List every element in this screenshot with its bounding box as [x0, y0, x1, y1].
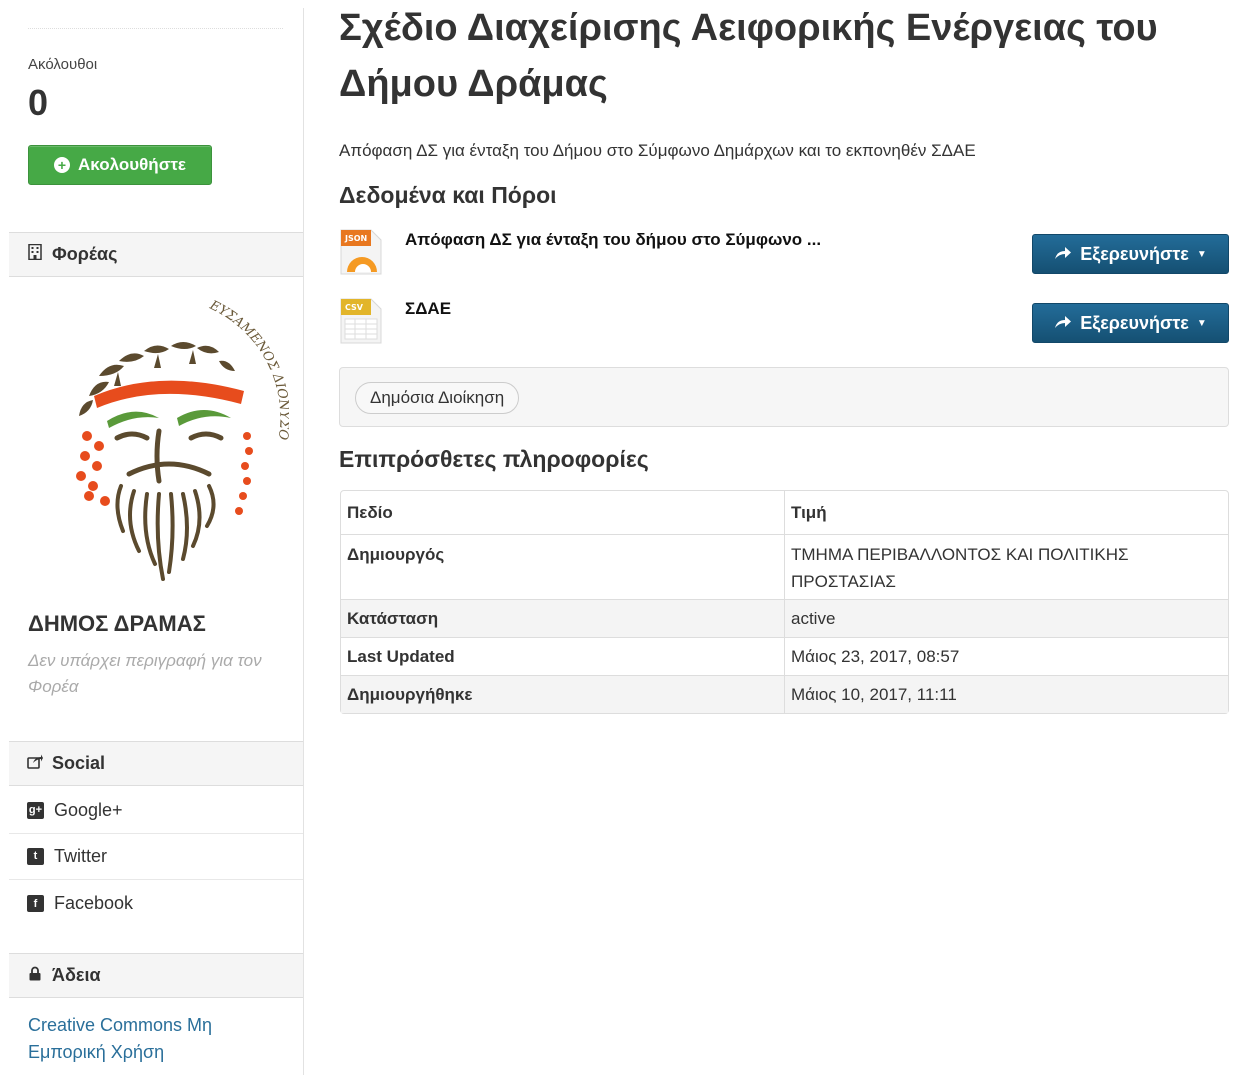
table-row: Δημιουργός ΤΜΗΜΑ ΠΕΡΙΒΑΛΛΟΝΤΟΣ ΚΑΙ ΠΟΛΙΤ… — [341, 535, 1228, 600]
page-title: Σχέδιο Διαχείρισης Αειφορικής Ενέργειας … — [339, 7, 1158, 105]
org-logo[interactable]: ΕΥΣΑΜΕΝΟΣ ΔΙΟΝΥΣΟΙ — [55, 285, 292, 606]
twitter-icon: t — [27, 847, 44, 865]
social-section-title: Social — [52, 753, 106, 773]
resources-heading: Δεδομένα και Πόροι — [339, 182, 557, 208]
resource-item: CSV ΣΔΑΕ Εξερευνήστε ▼ — [339, 297, 1229, 353]
follow-button-label: Ακολουθήστε — [78, 155, 186, 174]
table-header-row: Πεδίο Τιμή — [341, 491, 1228, 535]
additional-info-table: Πεδίο Τιμή Δημιουργός ΤΜΗΜΑ ΠΕΡΙΒΑΛΛΟΝΤΟ… — [340, 490, 1229, 714]
resource-name[interactable]: Απόφαση ΔΣ για ένταξη του δήμου στο Σύμφ… — [405, 230, 821, 250]
csv-format-icon: CSV — [339, 297, 383, 345]
table-cell-field: Δημιουργήθηκε — [341, 676, 785, 713]
table-cell-field: Κατάσταση — [341, 600, 785, 638]
follow-button[interactable]: + Ακολουθήστε — [28, 145, 212, 185]
json-format-icon: JSON — [339, 228, 383, 276]
table-cell-field: Last Updated — [341, 638, 785, 676]
org-section-title: Φορέας — [52, 244, 118, 264]
facebook-icon: f — [27, 895, 44, 912]
org-section-header: Φορέας — [9, 232, 303, 277]
table-cell-value: Μάιος 23, 2017, 08:57 — [785, 638, 1228, 676]
org-name: ΔΗΜΟΣ ΔΡΑΜΑΣ — [28, 611, 206, 636]
social-item-label: Google+ — [54, 799, 123, 820]
table-row: Κατάσταση active — [341, 600, 1228, 638]
table-cell-value: ΤΜΗΜΑ ΠΕΡΙΒΑΛΛΟΝΤΟΣ ΚΑΙ ΠΟΛΙΤΙΚΗΣ ΠΡΟΣΤΑ… — [785, 535, 1228, 600]
caret-down-icon: ▼ — [1196, 317, 1207, 329]
plus-circle-icon: + — [54, 157, 71, 173]
explore-button[interactable]: Εξερευνήστε ▼ — [1032, 234, 1229, 274]
tags-box: Δημόσια Διοίκηση — [339, 367, 1229, 427]
share-arrow-icon — [1054, 313, 1072, 334]
dataset-notes: Απόφαση ΔΣ για ένταξη του Δήμου στο Σύμφ… — [339, 141, 976, 160]
license-link[interactable]: Creative Commons Μη Εμπορική Χρήση — [28, 1012, 278, 1066]
followers-count: 0 — [28, 82, 49, 123]
sidebar: Ακόλουθοι 0 + Ακολουθήστε Φορέας ΕΥΣΑΜΕΝ… — [9, 8, 304, 1075]
org-description: Δεν υπάρχει περιγραφή για τον Φορέα — [28, 651, 262, 696]
social-item-facebook[interactable]: f Facebook — [9, 880, 303, 927]
resource-item: JSON Απόφαση ΔΣ για ένταξη του δήμου στο… — [339, 228, 1229, 284]
svg-text:CSV: CSV — [345, 303, 364, 312]
social-item-twitter[interactable]: t Twitter — [9, 833, 303, 880]
table-header-value: Τιμή — [785, 491, 1228, 535]
table-cell-value: active — [785, 600, 1228, 638]
table-cell-field: Δημιουργός — [341, 535, 785, 600]
social-item-label: Twitter — [54, 845, 108, 866]
caret-down-icon: ▼ — [1196, 248, 1207, 260]
table-cell-value: Μάιος 10, 2017, 11:11 — [785, 676, 1228, 713]
google-plus-icon: g+ — [27, 801, 44, 819]
social-section-header: Social — [9, 741, 303, 786]
building-icon — [27, 243, 43, 265]
resource-name[interactable]: ΣΔΑΕ — [405, 299, 451, 319]
social-item-google-plus[interactable]: g+ Google+ — [9, 787, 303, 834]
followers-label: Ακόλουθοι — [28, 56, 98, 73]
svg-text:ΕΥΣΑΜΕΝΟΣ ΔΙΟΝΥΣΟΙ: ΕΥΣΑΜΕΝΟΣ ΔΙΟΝΥΣΟΙ — [59, 296, 289, 441]
license-section-title: Άδεια — [52, 965, 101, 985]
share-arrow-icon — [1054, 244, 1072, 265]
table-row: Last Updated Μάιος 23, 2017, 08:57 — [341, 638, 1228, 676]
explore-button[interactable]: Εξερευνήστε ▼ — [1032, 303, 1229, 343]
explore-button-label: Εξερευνήστε — [1080, 243, 1189, 264]
table-row: Δημιουργήθηκε Μάιος 10, 2017, 11:11 — [341, 676, 1228, 713]
follow-divider — [28, 28, 283, 29]
license-section-header: Άδεια — [9, 953, 303, 998]
tag-public-administration[interactable]: Δημόσια Διοίκηση — [355, 382, 520, 414]
lock-icon — [27, 966, 43, 986]
share-icon — [27, 754, 43, 774]
additional-info-heading: Επιπρόσθετες πληροφορίες — [339, 446, 649, 472]
svg-text:JSON: JSON — [344, 234, 367, 243]
social-item-label: Facebook — [54, 893, 134, 913]
explore-button-label: Εξερευνήστε — [1080, 312, 1189, 333]
table-header-field: Πεδίο — [341, 491, 785, 535]
